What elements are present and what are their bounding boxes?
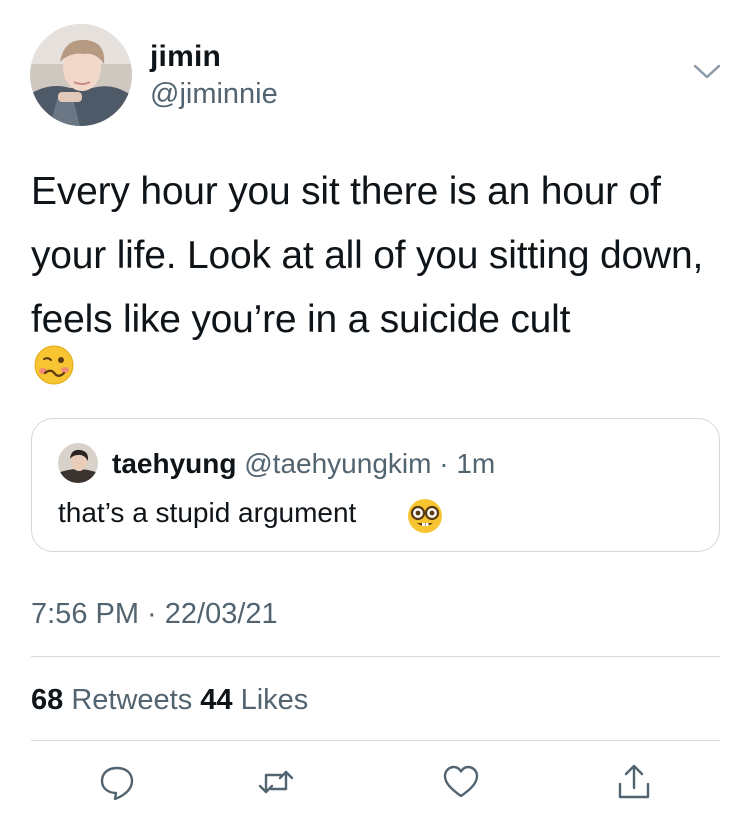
quoted-display-name[interactable]: taehyung [112,448,236,479]
author-handle[interactable]: @jiminnie [150,78,278,111]
tweet-text: Every hour you sit there is an hour of y… [31,170,704,341]
retweet-icon[interactable] [256,762,296,802]
tweet-stats: 68 Retweets 44 Likes [31,684,308,717]
retweets-count[interactable]: 68 [31,684,63,716]
woozy-face-icon [33,344,75,386]
quoted-header: taehyung @taehyungkim · 1m [112,448,495,480]
separator-dot: · [439,448,449,479]
quoted-author-avatar [58,443,98,483]
quoted-time: 1m [456,448,496,479]
quoted-tweet[interactable]: taehyung @taehyungkim · 1m that’s a stup… [31,418,720,552]
divider [31,740,720,741]
nerd-face-icon [406,497,444,535]
divider [31,656,720,657]
share-icon[interactable] [614,762,654,802]
likes-count[interactable]: 44 [200,684,232,716]
author-avatar[interactable] [30,24,132,126]
tweet-timestamp[interactable]: 7:56 PM · 22/03/21 [31,598,278,631]
quoted-tweet-text: that’s a stupid argument [58,497,357,528]
reply-icon[interactable] [97,762,137,802]
likes-label[interactable]: Likes [241,684,309,716]
tweet-detail: jimin @jiminnie Every hour you sit there… [0,0,750,829]
author-display-name[interactable]: jimin [150,40,221,74]
retweets-label[interactable]: Retweets [71,684,192,716]
chevron-down-icon[interactable] [690,60,724,84]
like-icon[interactable] [441,762,481,802]
quoted-handle[interactable]: @taehyungkim [244,448,431,479]
